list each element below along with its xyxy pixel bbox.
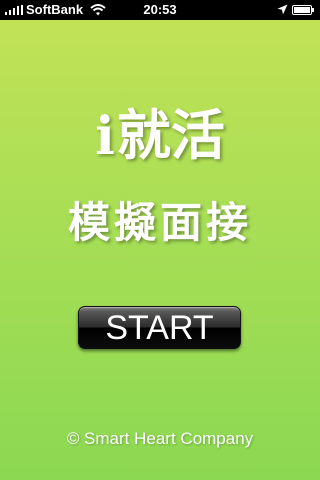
app-subtitle: 模擬面接 [67,198,252,247]
battery-icon [292,5,314,15]
status-time: 20:53 [143,2,177,17]
copyright-text: © Smart Heart Company [66,429,254,448]
app-title-prefix: i [95,106,115,167]
app-screen: SoftBank 20:53 i就活 模擬面接 START © Smart He… [0,0,320,480]
app-title: i就活 [0,100,320,172]
splash-area: i就活 模擬面接 START © Smart Heart Company [0,20,320,480]
app-title-main: 就活 [116,103,225,167]
start-button[interactable]: START [78,306,241,349]
location-arrow-icon [277,4,288,15]
status-bar: SoftBank 20:53 [0,0,320,20]
